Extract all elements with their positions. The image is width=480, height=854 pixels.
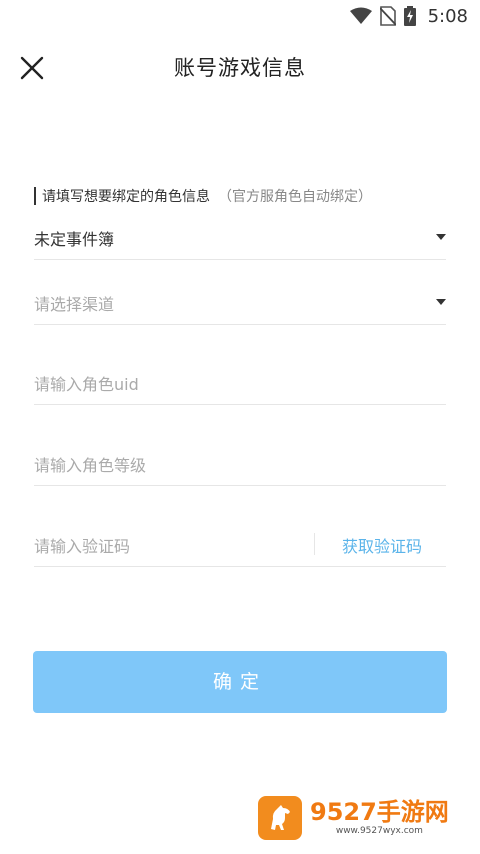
status-bar: 5:08 bbox=[0, 0, 480, 32]
screen: 5:08 账号游戏信息 请填写想要绑定的角色信息 （官方服角色自动绑定） 未定事… bbox=[0, 0, 480, 854]
watermark-brand: 9527手游网 bbox=[310, 798, 449, 826]
level-input[interactable]: 请输入角色等级 bbox=[34, 442, 446, 486]
dropdown-arrow-icon bbox=[436, 299, 446, 305]
battery-charging-icon bbox=[403, 6, 416, 26]
wifi-icon bbox=[349, 7, 372, 25]
game-select[interactable]: 未定事件簿 bbox=[34, 216, 446, 260]
hint-sub-text: （官方服角色自动绑定） bbox=[218, 189, 372, 205]
no-sim-icon bbox=[379, 6, 396, 26]
header: 账号游戏信息 bbox=[0, 40, 480, 92]
verification-code-field: 请输入验证码 获取验证码 bbox=[34, 523, 446, 567]
verification-code-input[interactable]: 请输入验证码 bbox=[34, 533, 130, 557]
hint-main-text: 请填写想要绑定的角色信息 bbox=[42, 189, 210, 205]
form-hint: 请填写想要绑定的角色信息 （官方服角色自动绑定） bbox=[34, 186, 372, 206]
horse-logo-icon bbox=[258, 796, 302, 840]
code-divider bbox=[314, 533, 315, 555]
channel-select[interactable]: 请选择渠道 bbox=[34, 281, 446, 325]
game-select-value: 未定事件簿 bbox=[34, 230, 115, 249]
watermark-url: www.9527wyx.com bbox=[335, 826, 423, 836]
uid-input-placeholder: 请输入角色uid bbox=[34, 375, 139, 394]
status-icons: 5:08 bbox=[349, 4, 468, 28]
channel-select-placeholder: 请选择渠道 bbox=[34, 295, 115, 314]
confirm-button[interactable]: 确定 bbox=[33, 651, 447, 713]
dropdown-arrow-icon bbox=[436, 234, 446, 240]
get-code-button[interactable]: 获取验证码 bbox=[342, 533, 422, 557]
page-title: 账号游戏信息 bbox=[174, 56, 306, 80]
hint-bar bbox=[34, 187, 36, 205]
watermark-text: 9527手游网 www.9527wyx.com bbox=[310, 799, 449, 837]
uid-input[interactable]: 请输入角色uid bbox=[34, 361, 446, 405]
watermark: 9527手游网 www.9527wyx.com bbox=[258, 795, 449, 841]
level-input-placeholder: 请输入角色等级 bbox=[34, 456, 147, 475]
status-time: 5:08 bbox=[427, 5, 468, 27]
